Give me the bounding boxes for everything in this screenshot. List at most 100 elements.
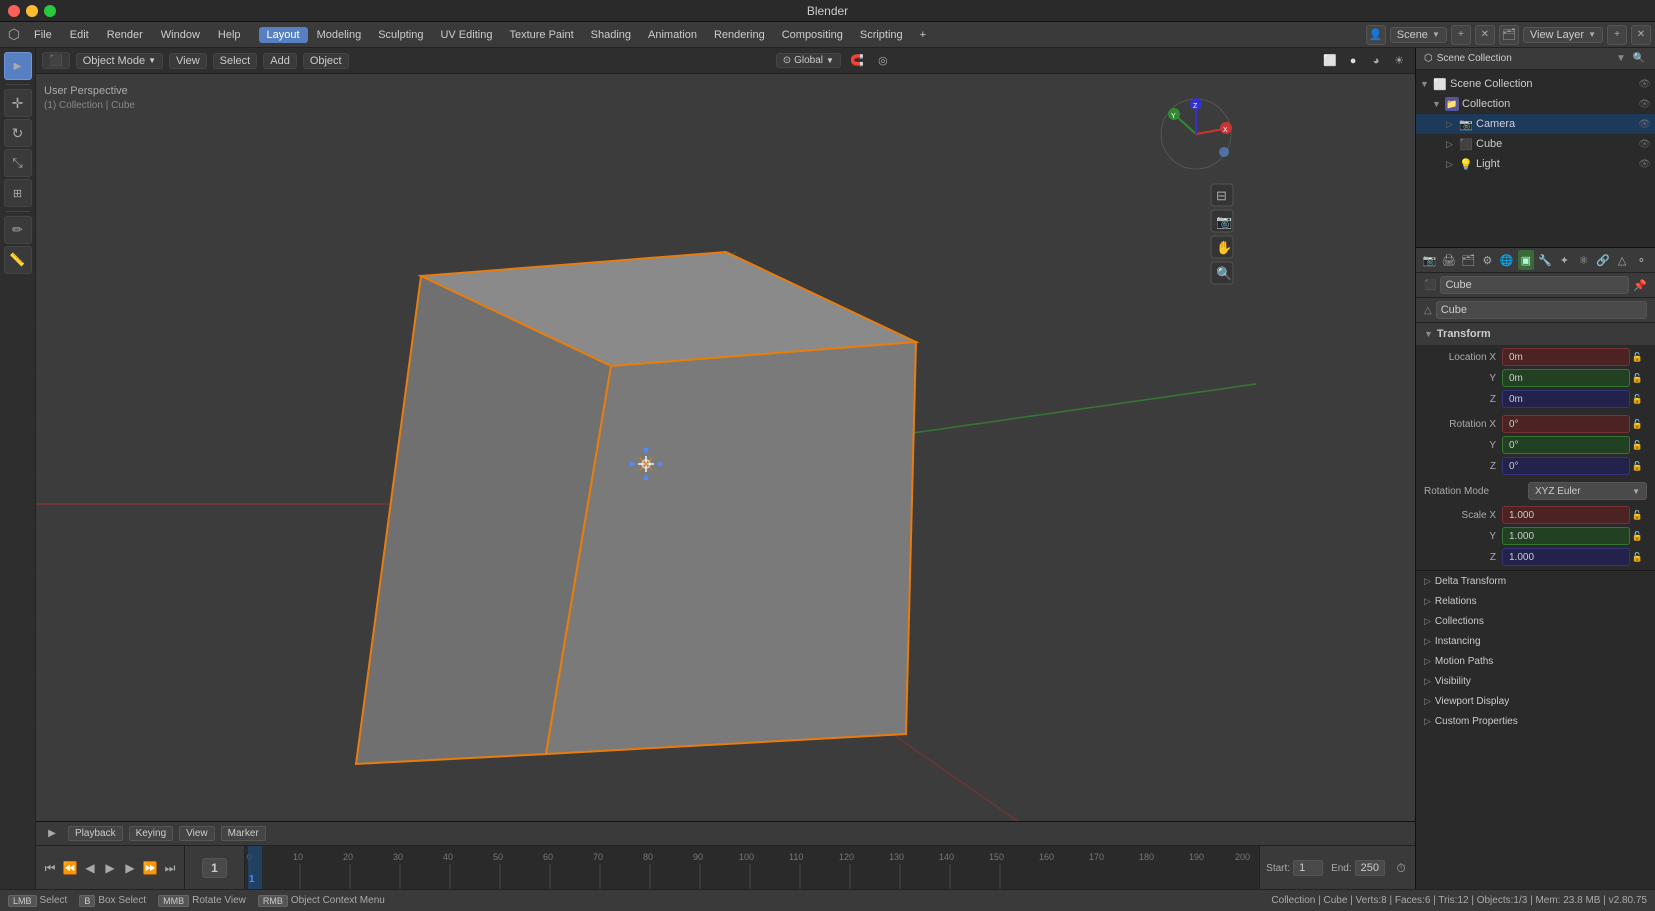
workspace-rendering[interactable]: Rendering [706, 27, 773, 43]
output-props-icon[interactable]: 🖨 [1441, 250, 1456, 270]
measure-tool[interactable]: 📏 [4, 246, 32, 274]
end-frame-input[interactable]: 250 [1355, 860, 1385, 876]
location-x-value[interactable]: 0m [1502, 348, 1630, 366]
object-menu[interactable]: Object [303, 53, 349, 69]
scene-col-vis[interactable]: 👁 [1638, 79, 1651, 90]
rendered-mode[interactable]: ☀ [1389, 51, 1409, 71]
3d-viewport[interactable]: User Perspective (1) Collection | Cube X… [36, 74, 1415, 821]
collection-item[interactable]: ▼ 📁 Collection 👁 [1416, 94, 1655, 114]
frame-number-display[interactable]: 1 [202, 858, 227, 878]
workspace-modeling[interactable]: Modeling [309, 27, 370, 43]
physics-props-icon[interactable]: ⚛ [1576, 250, 1591, 270]
collections-header[interactable]: ▷ Collections [1416, 611, 1655, 631]
new-viewlayer-icon[interactable]: + [1607, 25, 1627, 45]
rotation-z-value[interactable]: 0° [1502, 457, 1630, 475]
rotation-y-value[interactable]: 0° [1502, 436, 1630, 454]
location-y-value[interactable]: 0m [1502, 369, 1630, 387]
blender-icon[interactable]: ⬡ [4, 25, 24, 45]
location-z-lock[interactable]: 🔓 [1632, 394, 1643, 405]
workspace-animation[interactable]: Animation [640, 27, 705, 43]
close-button[interactable] [8, 5, 20, 17]
scene-icon[interactable]: 👤 [1366, 25, 1386, 45]
scene-collection-item[interactable]: ▼ ⬜ Scene Collection 👁 [1416, 74, 1655, 94]
rotation-x-value[interactable]: 0° [1502, 415, 1630, 433]
workspace-sculpting[interactable]: Sculpting [370, 27, 431, 43]
workspace-texture[interactable]: Texture Paint [501, 27, 581, 43]
workspace-compositing[interactable]: Compositing [774, 27, 851, 43]
add-menu[interactable]: Add [263, 53, 297, 69]
location-y-lock[interactable]: 🔓 [1632, 373, 1643, 384]
cube-vis[interactable]: 👁 [1638, 139, 1651, 150]
constraints-props-icon[interactable]: 🔗 [1595, 250, 1610, 270]
view-menu-tl[interactable]: View [179, 826, 215, 841]
del-scene-icon[interactable]: ✕ [1475, 25, 1495, 45]
window-controls[interactable] [8, 5, 56, 17]
custom-properties-header[interactable]: ▷ Custom Properties [1416, 711, 1655, 731]
select-menu[interactable]: Select [213, 53, 258, 69]
location-z-value[interactable]: 0m [1502, 390, 1630, 408]
scale-z-lock[interactable]: 🔓 [1632, 552, 1643, 563]
minimize-button[interactable] [26, 5, 38, 17]
menu-file[interactable]: File [26, 27, 60, 43]
wireframe-mode[interactable]: ⬜ [1320, 51, 1340, 71]
camera-item[interactable]: ▷ 📷 Camera 👁 [1416, 114, 1655, 134]
keying-menu[interactable]: Keying [129, 826, 174, 841]
menu-edit[interactable]: Edit [62, 27, 97, 43]
add-workspace-button[interactable]: + [912, 27, 934, 43]
sync-mode-button[interactable]: ⏱ [1393, 860, 1409, 876]
del-viewlayer-icon[interactable]: ✕ [1631, 25, 1651, 45]
scale-x-value[interactable]: 1.000 [1502, 506, 1630, 524]
timeline-content[interactable]: ⏮ ⏪ ◀ ▶ ▶ ⏩ ⏭ 1 0 [36, 846, 1415, 889]
jump-end-button[interactable]: ⏭ [162, 860, 178, 876]
data-props-icon[interactable]: △ [1615, 250, 1630, 270]
outliner-filter-icon[interactable]: ▼ [1613, 51, 1629, 67]
workspace-layout[interactable]: Layout [259, 27, 308, 43]
delta-transform-header[interactable]: ▷ Delta Transform [1416, 571, 1655, 591]
proportional-edit[interactable]: ◎ [873, 51, 893, 71]
annotate-tool[interactable]: ✏ [4, 216, 32, 244]
material-props-icon[interactable]: ⚬ [1634, 250, 1649, 270]
rotation-z-lock[interactable]: 🔓 [1632, 461, 1643, 472]
transform-tool[interactable]: ⊞ [4, 179, 32, 207]
motion-paths-header[interactable]: ▷ Motion Paths [1416, 651, 1655, 671]
scene-props-icon[interactable]: ⚙ [1480, 250, 1495, 270]
rotation-mode-select[interactable]: XYZ Euler ▼ [1528, 482, 1647, 500]
editor-type-selector[interactable]: ⬛ [42, 52, 70, 69]
maximize-button[interactable] [44, 5, 56, 17]
jump-next-key-button[interactable]: ⏩ [142, 860, 158, 876]
scale-y-value[interactable]: 1.000 [1502, 527, 1630, 545]
workspace-scripting[interactable]: Scripting [852, 27, 911, 43]
pin-icon[interactable]: 📌 [1633, 279, 1647, 292]
current-frame-counter[interactable]: 1 [185, 846, 245, 889]
jump-start-button[interactable]: ⏮ [42, 860, 58, 876]
cube-item[interactable]: ▷ ⬛ Cube 👁 [1416, 134, 1655, 154]
play-button[interactable]: ▶ [102, 860, 118, 876]
timeline-ruler[interactable]: 0 10 20 30 40 50 60 70 80 90 100 110 [245, 846, 1259, 889]
snap-toggle[interactable]: 🧲 [847, 51, 867, 71]
light-vis[interactable]: 👁 [1638, 159, 1651, 170]
viewlayer-icon[interactable]: 🗂 [1499, 25, 1519, 45]
world-props-icon[interactable]: 🌐 [1499, 250, 1514, 270]
scale-y-lock[interactable]: 🔓 [1632, 531, 1643, 542]
col-vis[interactable]: 👁 [1638, 99, 1651, 110]
camera-vis[interactable]: 👁 [1638, 119, 1651, 130]
material-mode[interactable]: ◕ [1366, 51, 1386, 71]
transform-header[interactable]: ▼ Transform [1416, 323, 1655, 345]
new-scene-icon[interactable]: + [1451, 25, 1471, 45]
particles-props-icon[interactable]: ✦ [1557, 250, 1572, 270]
object-props-icon[interactable]: ▣ [1518, 250, 1533, 270]
menu-help[interactable]: Help [210, 27, 249, 43]
scale-z-value[interactable]: 1.000 [1502, 548, 1630, 566]
rotation-x-lock[interactable]: 🔓 [1632, 419, 1643, 430]
scale-tool[interactable]: ⤡ [4, 149, 32, 177]
timeline-editor-icon[interactable]: ▶ [42, 824, 62, 844]
light-item[interactable]: ▷ 💡 Light 👁 [1416, 154, 1655, 174]
transform-pivot[interactable]: ⊙ Global ▼ [776, 53, 841, 68]
modifier-props-icon[interactable]: 🔧 [1538, 250, 1553, 270]
relations-header[interactable]: ▷ Relations [1416, 591, 1655, 611]
instancing-header[interactable]: ▷ Instancing [1416, 631, 1655, 651]
scale-x-lock[interactable]: 🔓 [1632, 510, 1643, 521]
visibility-header[interactable]: ▷ Visibility [1416, 671, 1655, 691]
location-x-lock[interactable]: 🔓 [1632, 352, 1643, 363]
move-tool[interactable]: ✛ [4, 89, 32, 117]
